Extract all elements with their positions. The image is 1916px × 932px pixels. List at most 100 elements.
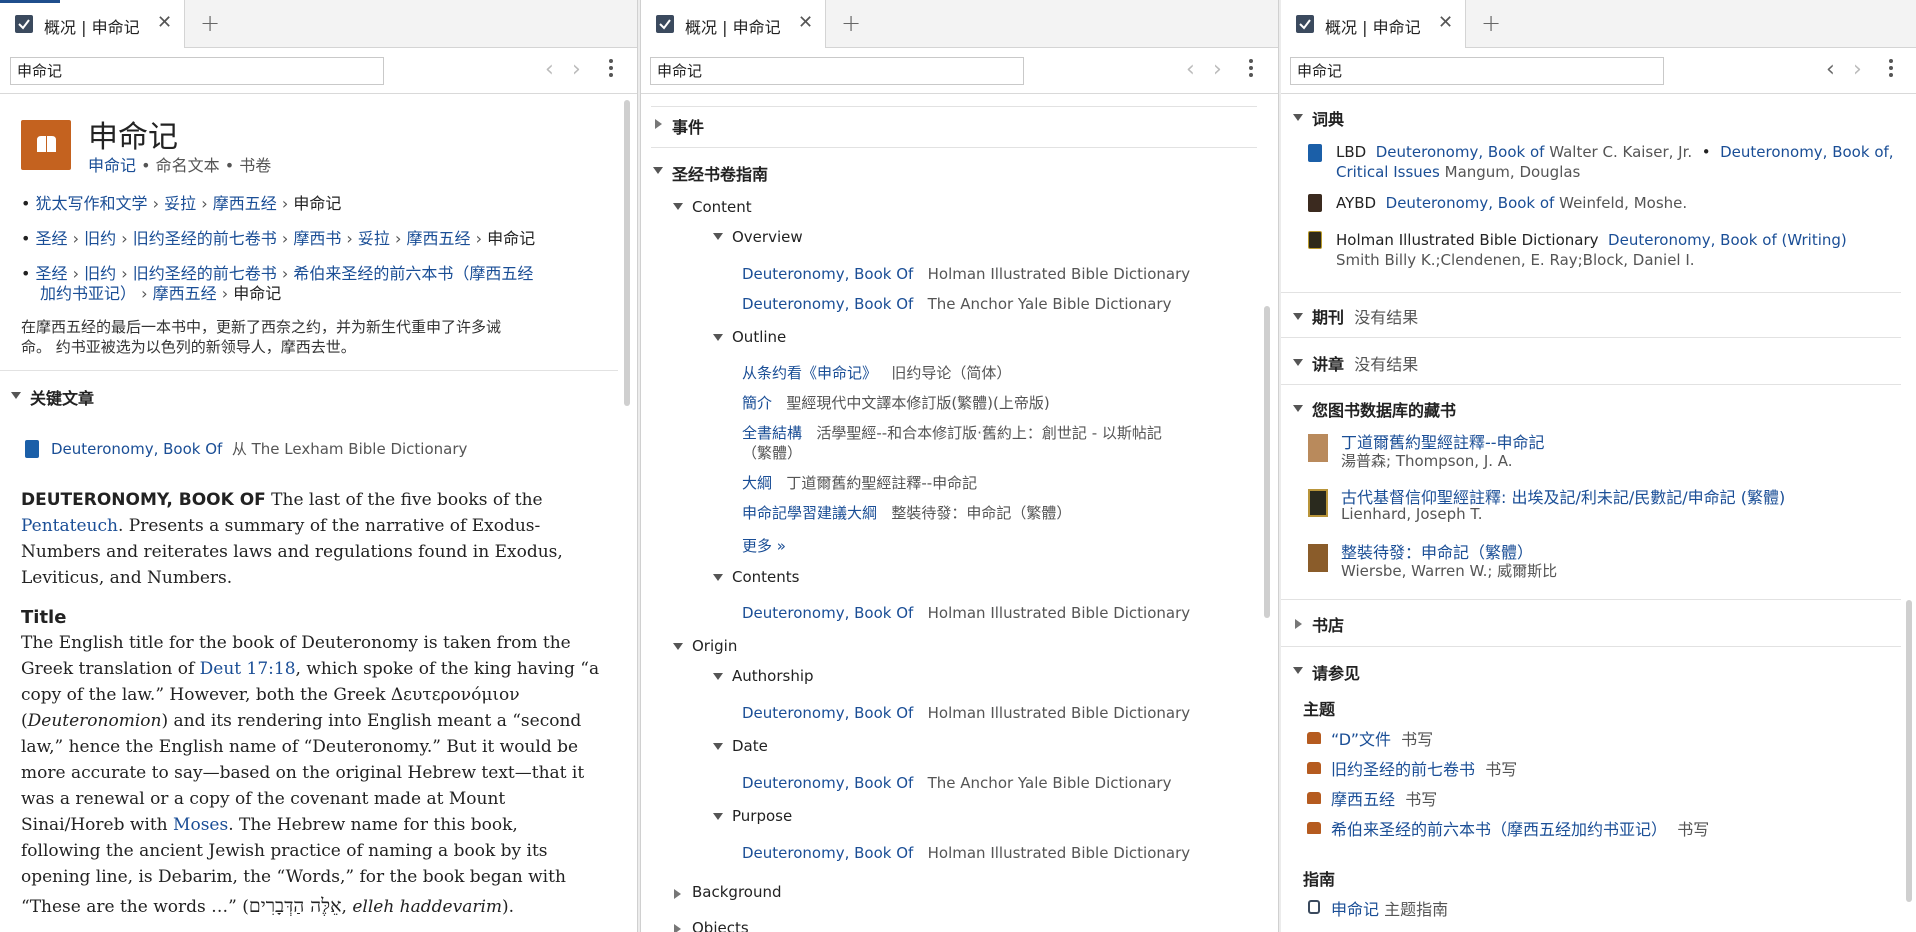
section-header-key-articles[interactable]: 关键文章: [30, 385, 94, 409]
breadcrumb-link[interactable]: 旧约: [84, 229, 116, 248]
group-date[interactable]: Date: [732, 737, 768, 755]
kebab-icon[interactable]: [609, 59, 613, 80]
breadcrumb-link[interactable]: 妥拉: [164, 194, 196, 213]
breadcrumb-link[interactable]: 摩西五经: [407, 229, 471, 248]
scripture-link[interactable]: Deut 17:18: [200, 659, 296, 679]
chevron-right-icon[interactable]: ›: [572, 59, 581, 81]
breadcrumb-link[interactable]: 加约书亚记）: [40, 284, 136, 303]
collapse-icon[interactable]: [1293, 667, 1303, 674]
collapse-icon[interactable]: [673, 643, 683, 650]
article-link[interactable]: Deuteronomy, Book Of: [742, 704, 913, 722]
article-link[interactable]: 从条约看《申命记》: [742, 364, 877, 382]
subtitle-link[interactable]: 申命记: [88, 156, 136, 175]
section-library[interactable]: 您图书数据库的藏书: [1312, 397, 1456, 421]
scrollbar[interactable]: [624, 100, 630, 406]
topic-link[interactable]: 希伯来圣经的前六本书（摩西五经加约书亚记）: [1331, 820, 1667, 839]
collapse-icon[interactable]: [713, 233, 723, 240]
breadcrumb-link[interactable]: 圣经: [36, 229, 68, 248]
collapse-icon[interactable]: [653, 167, 663, 174]
group-purpose[interactable]: Purpose: [732, 807, 792, 825]
search-input[interactable]: 申命记: [10, 57, 384, 85]
tab-overview[interactable]: 概况 | 申命记 ✕: [0, 0, 185, 48]
article-link[interactable]: 全書結構: [742, 424, 802, 442]
chevron-right-icon[interactable]: ›: [1213, 59, 1222, 81]
expand-icon[interactable]: [655, 119, 662, 129]
tab-overview[interactable]: 概况 | 申命记 ✕: [1281, 0, 1466, 48]
scrollbar[interactable]: [1906, 600, 1912, 902]
pentateuch-link[interactable]: Pentateuch: [21, 516, 118, 536]
article-link[interactable]: Deuteronomy, Book of: [1376, 143, 1545, 161]
breadcrumb-link[interactable]: 摩西五经: [153, 284, 217, 303]
article-link[interactable]: Deuteronomy, Book Of: [742, 295, 913, 313]
collapse-icon[interactable]: [1293, 313, 1303, 320]
search-input[interactable]: 申命记: [1290, 57, 1664, 85]
collapse-icon[interactable]: [713, 673, 723, 680]
topic-link[interactable]: 摩西五经: [1331, 790, 1395, 809]
breadcrumb-link[interactable]: 摩西五经: [213, 194, 277, 213]
group-origin[interactable]: Origin: [692, 637, 737, 655]
chevron-left-icon[interactable]: ‹: [545, 59, 554, 81]
chevron-right-icon[interactable]: ›: [1853, 59, 1862, 81]
moses-link[interactable]: Moses: [173, 815, 228, 835]
close-icon[interactable]: ✕: [1438, 12, 1453, 33]
close-icon[interactable]: ✕: [157, 12, 172, 33]
group-background[interactable]: Background: [692, 883, 782, 901]
article-link[interactable]: 大綱: [742, 474, 772, 492]
article-link[interactable]: Deuteronomy, Book Of: [742, 265, 913, 283]
article-link[interactable]: Deuteronomy, Book Of: [742, 774, 913, 792]
tab-overview[interactable]: 概况 | 申命记 ✕: [641, 0, 826, 48]
guide-link[interactable]: 申命记: [1331, 900, 1379, 919]
article-link[interactable]: Deuteronomy, Book of (Writing): [1608, 231, 1847, 249]
collapse-icon[interactable]: [713, 743, 723, 750]
section-see-also[interactable]: 请参见: [1312, 660, 1360, 684]
expand-icon[interactable]: [1295, 619, 1302, 629]
expand-icon[interactable]: [674, 889, 681, 899]
group-outline[interactable]: Outline: [732, 328, 786, 346]
section-book-guide[interactable]: 圣经书卷指南: [672, 161, 768, 185]
article-link[interactable]: Deuteronomy, Book Of: [742, 844, 913, 862]
group-authorship[interactable]: Authorship: [732, 667, 814, 685]
close-icon[interactable]: ✕: [798, 12, 813, 33]
topic-link[interactable]: 旧约圣经的前七卷书: [1331, 760, 1475, 779]
breadcrumb-link[interactable]: 犹太写作和文学: [36, 194, 148, 213]
article-link[interactable]: Deuteronomy, Book Of: [742, 604, 913, 622]
breadcrumb-link[interactable]: 希伯来圣经的前六本书（摩西五经: [293, 264, 533, 283]
collapse-icon[interactable]: [713, 813, 723, 820]
section-sermons[interactable]: 讲章 没有结果: [1312, 351, 1418, 375]
article-link[interactable]: Deuteronomy, Book of,: [1720, 143, 1893, 161]
plus-icon[interactable]: +: [841, 9, 861, 37]
group-contents[interactable]: Contents: [732, 568, 799, 586]
chevron-left-icon[interactable]: ‹: [1826, 59, 1835, 81]
breadcrumb-link[interactable]: 摩西书: [293, 229, 341, 248]
topic-link[interactable]: “D”文件: [1331, 730, 1391, 749]
more-link[interactable]: 更多 »: [742, 535, 786, 556]
breadcrumb-link[interactable]: 妥拉: [358, 229, 390, 248]
group-objects[interactable]: Objects: [692, 919, 749, 932]
chevron-left-icon[interactable]: ‹: [1186, 59, 1195, 81]
article-link[interactable]: 申命記學習建議大綱: [742, 504, 877, 522]
expand-icon[interactable]: [674, 924, 681, 932]
kebab-icon[interactable]: [1889, 59, 1893, 80]
article-link[interactable]: Deuteronomy, Book of: [1386, 194, 1555, 212]
article-link[interactable]: Critical Issues: [1336, 163, 1440, 181]
key-article-link[interactable]: Deuteronomy, Book Of: [51, 440, 222, 458]
collapse-icon[interactable]: [1293, 405, 1303, 412]
plus-icon[interactable]: +: [200, 9, 220, 37]
collapse-icon[interactable]: [673, 203, 683, 210]
group-overview[interactable]: Overview: [732, 228, 803, 246]
article-link[interactable]: 簡介: [742, 394, 772, 412]
section-bookstore[interactable]: 书店: [1312, 612, 1344, 636]
collapse-icon[interactable]: [1293, 359, 1303, 366]
collapse-icon[interactable]: [713, 334, 723, 341]
plus-icon[interactable]: +: [1481, 9, 1501, 37]
scrollbar[interactable]: [1264, 306, 1270, 618]
kebab-icon[interactable]: [1249, 59, 1253, 80]
section-dictionaries[interactable]: 词典: [1312, 106, 1344, 130]
group-content[interactable]: Content: [692, 198, 752, 216]
collapse-icon[interactable]: [11, 392, 21, 399]
section-journals[interactable]: 期刊 没有结果: [1312, 304, 1418, 328]
breadcrumb-link[interactable]: 旧约圣经的前七卷书: [133, 229, 277, 248]
collapse-icon[interactable]: [713, 574, 723, 581]
section-events[interactable]: 事件: [672, 114, 704, 138]
search-input[interactable]: 申命记: [650, 57, 1024, 85]
